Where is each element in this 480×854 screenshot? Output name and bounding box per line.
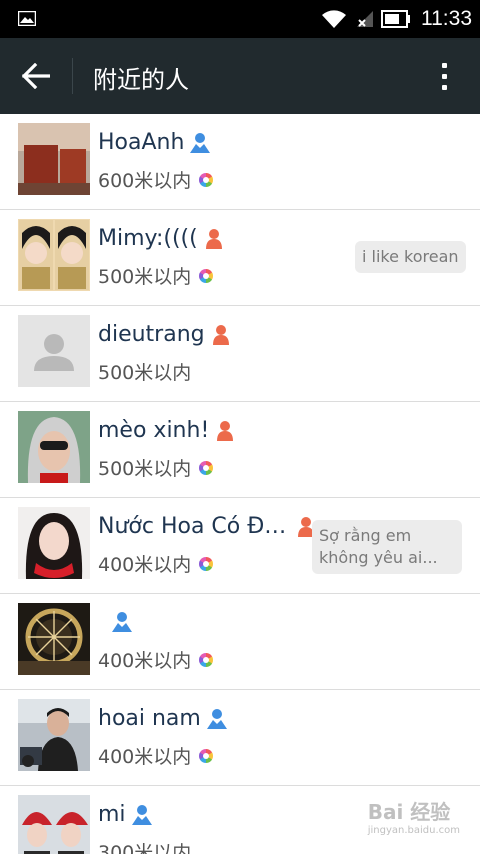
battery-icon xyxy=(381,10,410,28)
default-avatar-icon xyxy=(18,315,90,387)
distance-text: 600米以内 xyxy=(98,170,192,192)
list-item[interactable]: 400米以内 xyxy=(0,594,480,690)
picture-icon xyxy=(18,11,36,26)
distance-text: 300米以内 xyxy=(98,842,192,854)
moments-icon xyxy=(199,652,214,667)
distance-text: 500米以内 xyxy=(98,362,192,384)
person-name: Mimy:(((( xyxy=(98,226,198,251)
person-name: dieutrang xyxy=(98,322,205,347)
person-name: mèo xinh! xyxy=(98,418,210,443)
distance-text: 400米以内 xyxy=(98,650,192,672)
person-name: HoaAnh xyxy=(98,130,185,155)
avatar xyxy=(18,699,90,771)
no-signal-icon xyxy=(357,11,373,27)
action-bar-divider xyxy=(72,58,73,94)
female-icon xyxy=(217,420,234,441)
list-item[interactable]: hoai nam 400米以内 xyxy=(0,690,480,786)
avatar xyxy=(18,315,90,387)
avatar xyxy=(18,123,90,195)
moments-icon xyxy=(199,460,214,475)
overflow-menu-button[interactable] xyxy=(432,56,456,96)
list-item[interactable]: Nước Hoa Có Đ… 400米以内 Sợ rằng em không y… xyxy=(0,498,480,594)
person-name: hoai nam xyxy=(98,706,201,731)
distance-text: 400米以内 xyxy=(98,554,192,576)
signature-bubble: i like korean xyxy=(355,241,466,273)
list-item[interactable]: mèo xinh! 500米以内 xyxy=(0,402,480,498)
person-name: Nước Hoa Có Đ… xyxy=(98,514,287,539)
avatar xyxy=(18,603,90,675)
distance-text: 500米以内 xyxy=(98,266,192,288)
avatar xyxy=(18,219,90,291)
male-icon xyxy=(131,804,152,825)
baidu-watermark: Bai 经验 jingyan.baidu.com xyxy=(367,800,460,836)
female-icon xyxy=(212,324,229,345)
avatar xyxy=(18,411,90,483)
list-item[interactable]: HoaAnh 600米以内 xyxy=(0,114,480,210)
page-title: 附近的人 xyxy=(93,66,189,94)
overflow-menu-icon xyxy=(441,62,447,68)
female-icon xyxy=(205,228,222,249)
status-bar: 11:33 xyxy=(0,0,480,38)
male-icon xyxy=(112,612,132,632)
moments-icon xyxy=(199,748,214,763)
action-bar: 附近的人 xyxy=(0,38,480,114)
moments-icon xyxy=(199,172,214,187)
back-button[interactable] xyxy=(14,56,58,96)
wifi-icon xyxy=(322,10,346,28)
people-list: HoaAnh 600米以内 Mimy:((((500米以内 i like ko… xyxy=(0,114,480,854)
avatar xyxy=(18,795,90,854)
distance-text: 400米以内 xyxy=(98,746,192,768)
male-icon xyxy=(206,708,227,729)
signature-bubble: Sợ rằng em không yêu ai... xyxy=(312,520,462,574)
list-item[interactable]: Mimy:(((( 500米以内 i like korean xyxy=(0,210,480,306)
distance-text: 500米以内 xyxy=(98,458,192,480)
moments-icon xyxy=(199,556,214,571)
status-time: 11:33 xyxy=(421,7,472,30)
avatar xyxy=(18,507,90,579)
person-name: mi xyxy=(98,802,126,827)
back-arrow-icon xyxy=(22,63,50,89)
moments-icon xyxy=(199,268,214,283)
list-item[interactable]: dieutrang 500米以内 xyxy=(0,306,480,402)
male-icon xyxy=(190,132,211,153)
